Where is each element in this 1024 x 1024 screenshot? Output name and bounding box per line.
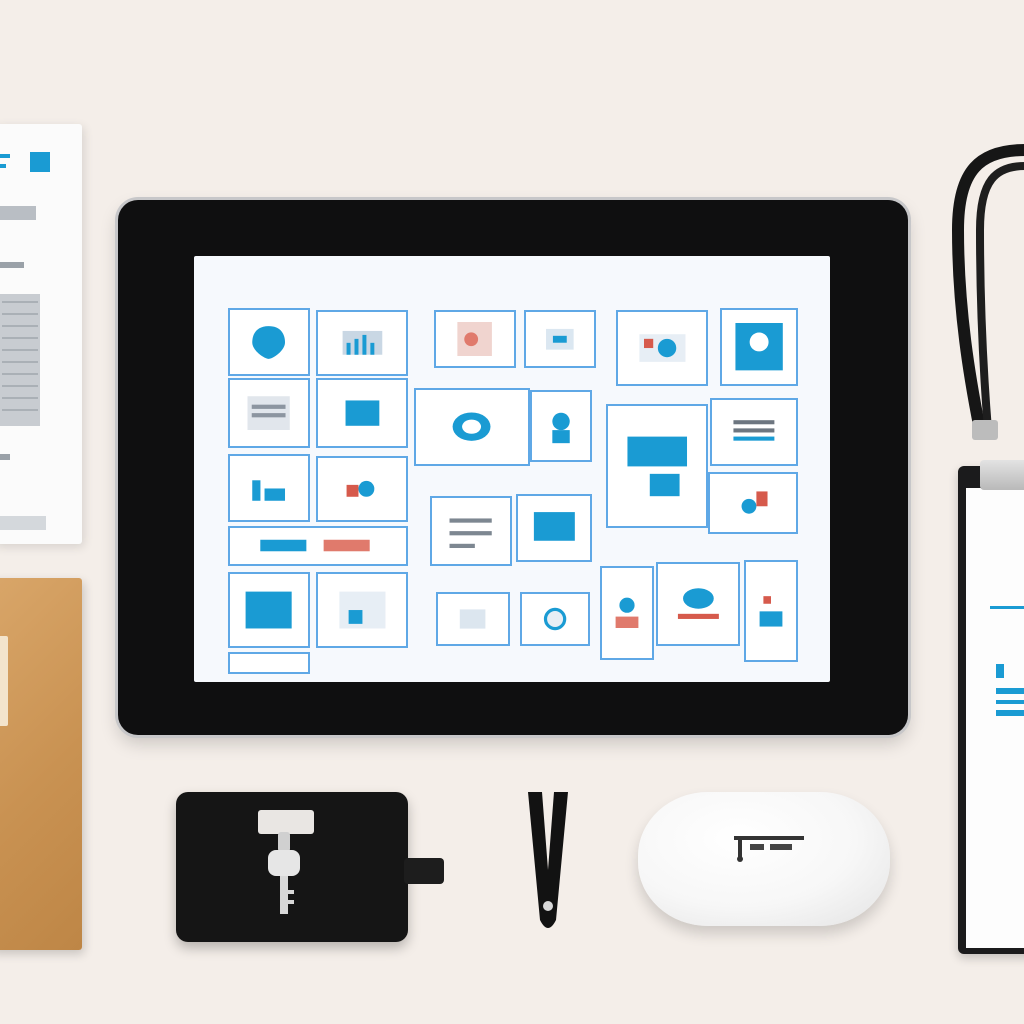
clipboard-print bbox=[990, 606, 1024, 716]
globe-icon bbox=[677, 588, 719, 620]
leather-key-wallet bbox=[176, 792, 444, 942]
wallet-snap-tab bbox=[404, 858, 444, 884]
clipboard bbox=[958, 460, 1024, 954]
cork-envelope bbox=[0, 578, 82, 950]
screen-tile[interactable] bbox=[744, 560, 798, 662]
mouse-logo-icon bbox=[734, 836, 804, 862]
screen-tile[interactable] bbox=[228, 378, 310, 448]
screen-tile[interactable] bbox=[524, 310, 596, 368]
clipboard-paper bbox=[966, 488, 1024, 948]
seal-icon bbox=[543, 607, 567, 631]
logo-icon bbox=[252, 479, 286, 501]
tablet-device bbox=[118, 200, 908, 735]
wallet-tag bbox=[258, 810, 314, 834]
screen-tile[interactable] bbox=[520, 592, 590, 646]
tablet-screen bbox=[194, 256, 830, 682]
photo-icon bbox=[245, 591, 293, 629]
screen-tile[interactable] bbox=[316, 310, 408, 376]
people-icon bbox=[735, 323, 783, 371]
screen-tile[interactable] bbox=[656, 562, 740, 646]
poster-icon bbox=[627, 436, 687, 496]
device-icon bbox=[546, 328, 574, 350]
scene-icon bbox=[338, 591, 386, 629]
pin-icon bbox=[252, 325, 286, 359]
screen-tile[interactable] bbox=[316, 456, 408, 522]
screen-tile[interactable] bbox=[600, 566, 654, 660]
screen-tile[interactable] bbox=[434, 310, 516, 368]
device-icon bbox=[460, 609, 486, 629]
screen-tile[interactable] bbox=[710, 398, 798, 466]
map-icon bbox=[457, 321, 493, 357]
strip-icon bbox=[260, 540, 370, 552]
form-icon bbox=[449, 518, 493, 548]
banner-icon bbox=[345, 400, 379, 426]
key-icon bbox=[268, 832, 300, 914]
document-icon bbox=[247, 396, 291, 430]
clipboard-clip bbox=[980, 460, 1024, 490]
flatlay-scene bbox=[0, 0, 1024, 1024]
badge-icon bbox=[759, 595, 783, 627]
screen-tile[interactable] bbox=[516, 494, 592, 562]
screen-tile[interactable] bbox=[228, 572, 310, 648]
screen-tile[interactable] bbox=[720, 308, 798, 386]
screen-tile[interactable] bbox=[228, 308, 310, 376]
pen-icon bbox=[528, 792, 568, 928]
screen-tile[interactable] bbox=[436, 592, 510, 646]
screen-tile[interactable] bbox=[606, 404, 708, 528]
screen-tile[interactable] bbox=[414, 388, 530, 466]
screen-tile[interactable] bbox=[316, 572, 408, 648]
screen-tile[interactable] bbox=[708, 472, 798, 534]
chart-icon bbox=[342, 331, 382, 355]
figure-icon bbox=[615, 597, 639, 629]
card-icon bbox=[533, 511, 575, 541]
lanyard bbox=[951, 144, 1024, 440]
camera-icon bbox=[638, 334, 686, 362]
text-icon bbox=[733, 419, 775, 441]
screen-tile[interactable] bbox=[616, 310, 708, 386]
screen-tile[interactable] bbox=[430, 496, 512, 566]
screen-tile[interactable] bbox=[316, 378, 408, 448]
brochure-print bbox=[0, 152, 50, 530]
screen-tile[interactable] bbox=[228, 526, 408, 566]
screen-tile[interactable] bbox=[228, 652, 310, 674]
brochure bbox=[0, 124, 82, 544]
people-icon bbox=[741, 491, 768, 515]
figure-icon bbox=[552, 412, 570, 444]
globe-icon bbox=[453, 412, 491, 442]
envelope-window bbox=[0, 636, 8, 726]
screen-tile[interactable] bbox=[530, 390, 592, 462]
wireless-mouse bbox=[638, 792, 890, 926]
screen-tile[interactable] bbox=[228, 454, 310, 522]
illustration-icon bbox=[346, 481, 374, 497]
